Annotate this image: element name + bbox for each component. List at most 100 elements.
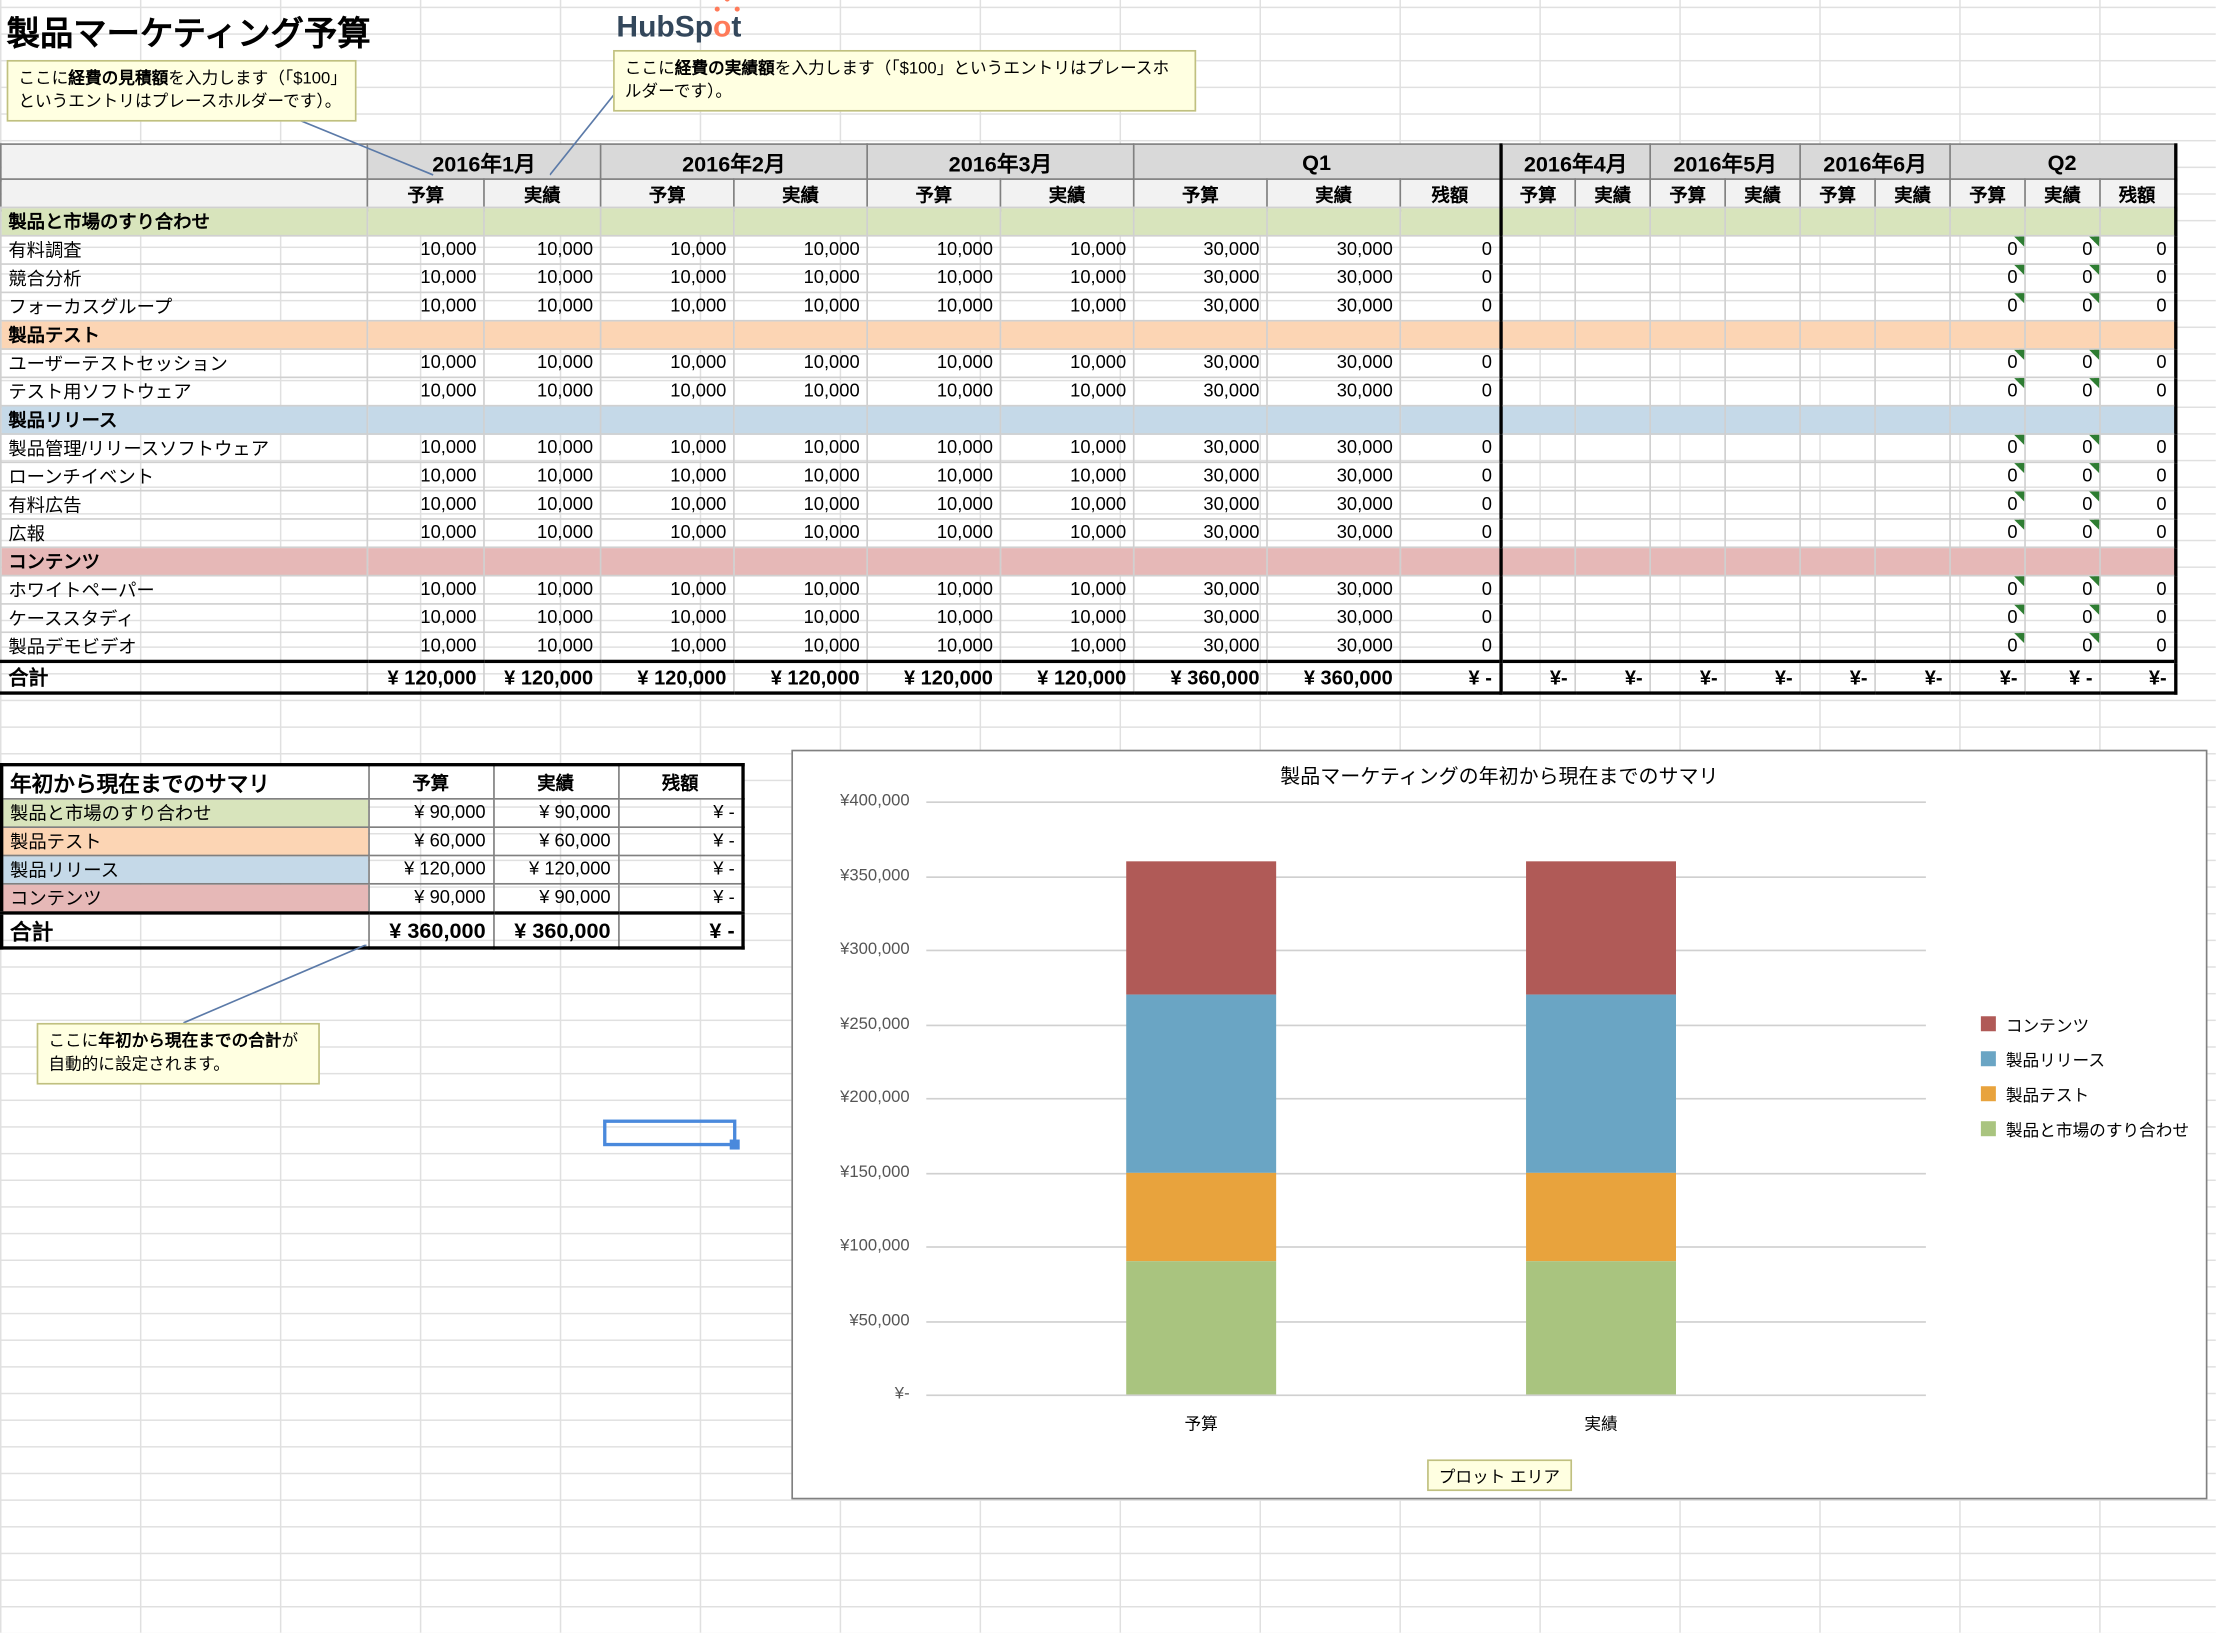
cell[interactable]: 0	[2100, 491, 2175, 519]
cell[interactable]	[1650, 207, 1725, 235]
cell[interactable]: ¥-	[1575, 661, 1650, 693]
cell[interactable]: 0	[1400, 292, 1500, 320]
cell[interactable]: 0	[2100, 434, 2175, 462]
cell[interactable]: ¥-	[1725, 661, 1800, 693]
cell[interactable]: 0	[2100, 519, 2175, 547]
cell[interactable]	[1575, 491, 1650, 519]
cell[interactable]: 0	[2100, 349, 2175, 377]
cell[interactable]: 30,000	[1134, 349, 1267, 377]
cell[interactable]: 合計	[1, 661, 368, 693]
cell[interactable]	[1000, 207, 1133, 235]
cell[interactable]: 30,000	[1267, 632, 1400, 661]
cell[interactable]: 0	[1400, 632, 1500, 661]
cell[interactable]: ¥ 360,000	[368, 913, 493, 948]
cell[interactable]	[1650, 292, 1725, 320]
cell[interactable]: 10,000	[867, 632, 1000, 661]
cell[interactable]	[1575, 519, 1650, 547]
cell[interactable]: 0	[1400, 462, 1500, 490]
cell[interactable]: 0	[1400, 491, 1500, 519]
cell[interactable]	[1650, 349, 1725, 377]
cell[interactable]	[1575, 321, 1650, 349]
cell[interactable]: ¥ -	[618, 884, 743, 913]
cell[interactable]	[1800, 462, 1875, 490]
cell[interactable]: ¥ 90,000	[368, 884, 493, 913]
cell[interactable]	[1500, 264, 1575, 292]
cell[interactable]: 10,000	[484, 576, 601, 604]
cell[interactable]: 0	[2100, 264, 2175, 292]
cell[interactable]: ¥ 360,000	[1134, 661, 1267, 693]
cell[interactable]: 30,000	[1267, 349, 1400, 377]
cell[interactable]	[1500, 491, 1575, 519]
cell[interactable]	[367, 547, 484, 575]
cell[interactable]: 10,000	[601, 264, 734, 292]
cell[interactable]	[601, 207, 734, 235]
cell[interactable]	[1500, 377, 1575, 405]
cell[interactable]: 0	[2025, 519, 2100, 547]
cell[interactable]: 10,000	[367, 292, 484, 320]
cell[interactable]	[367, 321, 484, 349]
cell[interactable]: 10,000	[1000, 264, 1133, 292]
cell[interactable]: 残額	[618, 765, 743, 799]
cell[interactable]	[1725, 491, 1800, 519]
cell[interactable]: ¥-	[1650, 661, 1725, 693]
cell[interactable]	[734, 321, 867, 349]
cell[interactable]: 0	[2100, 576, 2175, 604]
cell[interactable]	[367, 406, 484, 434]
cell[interactable]	[1725, 547, 1800, 575]
cell[interactable]	[1000, 321, 1133, 349]
cell[interactable]: 0	[2025, 632, 2100, 661]
cell[interactable]: 30,000	[1267, 292, 1400, 320]
cell[interactable]: 0	[2025, 264, 2100, 292]
cell[interactable]: 10,000	[484, 292, 601, 320]
cell[interactable]: 0	[2025, 491, 2100, 519]
cell[interactable]	[2100, 406, 2175, 434]
cell[interactable]	[1650, 604, 1725, 632]
cell[interactable]: 0	[2100, 632, 2175, 661]
cell[interactable]	[1650, 576, 1725, 604]
cell[interactable]: 10,000	[601, 236, 734, 264]
cell[interactable]	[1725, 406, 1800, 434]
cell[interactable]: 0	[2100, 292, 2175, 320]
cell[interactable]	[1267, 321, 1400, 349]
cell[interactable]: 10,000	[601, 604, 734, 632]
cell[interactable]	[1950, 207, 2025, 235]
cell[interactable]: ¥ 360,000	[493, 913, 618, 948]
cell[interactable]: 0	[1950, 349, 2025, 377]
cell[interactable]	[1500, 321, 1575, 349]
cell[interactable]: 10,000	[484, 462, 601, 490]
cell[interactable]: 10,000	[867, 377, 1000, 405]
cell[interactable]	[1800, 434, 1875, 462]
cell[interactable]: 30,000	[1267, 434, 1400, 462]
cell[interactable]	[1875, 321, 1950, 349]
cell[interactable]: 30,000	[1134, 519, 1267, 547]
cell[interactable]	[1575, 462, 1650, 490]
cell[interactable]: 10,000	[867, 462, 1000, 490]
cell[interactable]: 年初から現在までのサマリ	[2, 765, 369, 799]
cell[interactable]: 10,000	[484, 434, 601, 462]
cell[interactable]: 0	[2025, 236, 2100, 264]
cell[interactable]	[1400, 406, 1500, 434]
cell[interactable]: 10,000	[867, 491, 1000, 519]
cell[interactable]	[1875, 576, 1950, 604]
cell[interactable]	[1875, 406, 1950, 434]
cell[interactable]	[1875, 462, 1950, 490]
cell[interactable]: 10,000	[734, 576, 867, 604]
cell[interactable]: 0	[1950, 491, 2025, 519]
cell[interactable]	[1650, 236, 1725, 264]
cell[interactable]: 0	[1950, 462, 2025, 490]
cell[interactable]: ¥-	[1500, 661, 1575, 693]
cell[interactable]: 10,000	[367, 434, 484, 462]
cell[interactable]: ¥ 120,000	[368, 855, 493, 883]
cell[interactable]: 10,000	[1000, 604, 1133, 632]
cell[interactable]	[1800, 406, 1875, 434]
cell[interactable]: コンテンツ	[2, 884, 369, 913]
cell[interactable]: 10,000	[734, 462, 867, 490]
cell[interactable]: 30,000	[1134, 236, 1267, 264]
cell[interactable]	[1725, 462, 1800, 490]
cell[interactable]	[2100, 207, 2175, 235]
cell[interactable]	[1267, 406, 1400, 434]
cell[interactable]	[1000, 406, 1133, 434]
cell[interactable]: 0	[1400, 377, 1500, 405]
cell[interactable]: 10,000	[1000, 462, 1133, 490]
cell[interactable]	[1500, 547, 1575, 575]
